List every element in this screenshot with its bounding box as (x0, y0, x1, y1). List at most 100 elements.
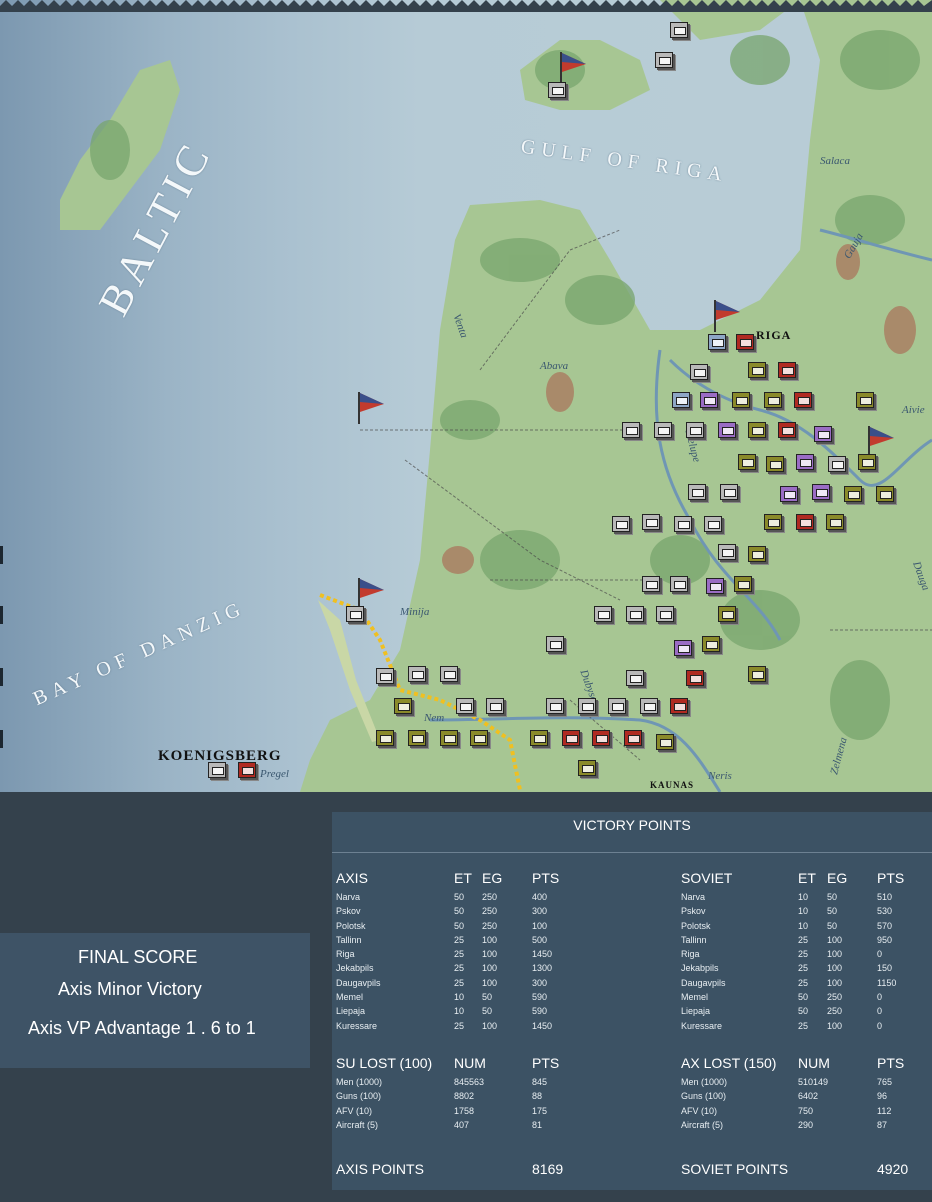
unit-counter[interactable] (470, 730, 488, 746)
unit-counter[interactable] (546, 698, 564, 714)
unit-counter[interactable] (764, 392, 782, 408)
unit-counter[interactable] (670, 576, 688, 592)
unit-counter[interactable] (654, 422, 672, 438)
unit-counter[interactable] (578, 698, 596, 714)
unit-counter[interactable] (656, 606, 674, 622)
unit-counter[interactable] (608, 698, 626, 714)
unit-counter[interactable] (408, 730, 426, 746)
unit-counter[interactable] (672, 392, 690, 408)
unit-counter[interactable] (642, 576, 660, 592)
unit-counter[interactable] (688, 484, 706, 500)
axis-row-pts: 1300 (532, 963, 553, 974)
unit-counter[interactable] (856, 392, 874, 408)
unit-counter[interactable] (642, 514, 660, 530)
unit-counter[interactable] (704, 516, 722, 532)
unit-counter[interactable] (456, 698, 474, 714)
unit-counter[interactable] (548, 82, 566, 98)
unit-counter[interactable] (844, 486, 862, 502)
soviet-row-pts: 530 (877, 906, 893, 917)
unit-counter[interactable] (814, 426, 832, 442)
unit-counter[interactable] (826, 514, 844, 530)
unit-counter[interactable] (720, 484, 738, 500)
unit-counter[interactable] (594, 606, 612, 622)
unit-counter[interactable] (748, 422, 766, 438)
axis-row-pts: 400 (532, 892, 548, 902)
unit-counter[interactable] (546, 636, 564, 652)
flag-marker[interactable] (356, 390, 386, 426)
unit-counter[interactable] (208, 762, 226, 778)
unit-counter[interactable] (670, 22, 688, 38)
unit-counter[interactable] (766, 456, 784, 472)
unit-counter[interactable] (738, 454, 756, 470)
unit-counter[interactable] (748, 666, 766, 682)
side-tab[interactable] (0, 668, 3, 686)
unit-counter[interactable] (734, 576, 752, 592)
river-label: Nem (424, 712, 445, 724)
unit-counter[interactable] (686, 422, 704, 438)
unit-counter[interactable] (700, 392, 718, 408)
unit-counter[interactable] (794, 392, 812, 408)
su-lost-header-name: SU LOST (100) (336, 1055, 433, 1071)
axis-row-eg: 100 (482, 963, 498, 974)
unit-counter[interactable] (592, 730, 610, 746)
side-tab[interactable] (0, 606, 3, 624)
unit-counter[interactable] (622, 422, 640, 438)
unit-counter[interactable] (656, 734, 674, 750)
su-lost-row-num: 407 (454, 1119, 470, 1130)
unit-counter[interactable] (796, 454, 814, 470)
unit-counter[interactable] (612, 516, 630, 532)
unit-counter[interactable] (346, 606, 364, 622)
unit-counter[interactable] (748, 546, 766, 562)
unit-counter[interactable] (718, 422, 736, 438)
axis-header-et: ET (454, 870, 472, 886)
unit-counter[interactable] (376, 668, 394, 684)
unit-counter[interactable] (674, 640, 692, 656)
unit-counter[interactable] (690, 364, 708, 380)
unit-counter[interactable] (718, 606, 736, 622)
unit-counter[interactable] (686, 670, 704, 686)
unit-counter[interactable] (702, 636, 720, 652)
unit-counter[interactable] (376, 730, 394, 746)
victory-points-panel: VICTORY POINTS AXIS ET EG PTS SOVIET ET … (332, 812, 932, 1190)
unit-counter[interactable] (408, 666, 426, 682)
soviet-row-et: 25 (798, 934, 809, 945)
game-map[interactable]: BALTIC GULF OF RIGA BAY OF DANZIG Abava … (0, 0, 932, 792)
unit-counter[interactable] (626, 670, 644, 686)
side-tab[interactable] (0, 546, 3, 564)
soviet-eg-list: 50 50 50 100 100 100 100 250 250 100 (827, 890, 867, 1033)
unit-counter[interactable] (578, 760, 596, 776)
unit-counter[interactable] (764, 514, 782, 530)
unit-counter[interactable] (562, 730, 580, 746)
flag-marker[interactable] (712, 298, 742, 334)
unit-counter[interactable] (655, 52, 673, 68)
unit-counter[interactable] (828, 456, 846, 472)
unit-counter[interactable] (440, 666, 458, 682)
unit-counter[interactable] (858, 454, 876, 470)
flag-marker[interactable] (558, 50, 588, 86)
axis-row-eg: 50 (482, 992, 493, 1003)
unit-counter[interactable] (674, 516, 692, 532)
unit-counter[interactable] (624, 730, 642, 746)
unit-counter[interactable] (748, 362, 766, 378)
soviet-row-eg: 100 (827, 949, 843, 960)
unit-counter[interactable] (778, 422, 796, 438)
unit-counter[interactable] (238, 762, 256, 778)
unit-counter[interactable] (812, 484, 830, 500)
side-tab[interactable] (0, 730, 3, 748)
unit-counter[interactable] (876, 486, 894, 502)
unit-counter[interactable] (640, 698, 658, 714)
unit-counter[interactable] (780, 486, 798, 502)
unit-counter[interactable] (394, 698, 412, 714)
unit-counter[interactable] (718, 544, 736, 560)
unit-counter[interactable] (626, 606, 644, 622)
unit-counter[interactable] (530, 730, 548, 746)
unit-counter[interactable] (706, 578, 724, 594)
unit-counter[interactable] (670, 698, 688, 714)
unit-counter[interactable] (486, 698, 504, 714)
unit-counter[interactable] (440, 730, 458, 746)
unit-counter[interactable] (732, 392, 750, 408)
unit-counter[interactable] (708, 334, 726, 350)
unit-counter[interactable] (796, 514, 814, 530)
unit-counter[interactable] (736, 334, 754, 350)
unit-counter[interactable] (778, 362, 796, 378)
